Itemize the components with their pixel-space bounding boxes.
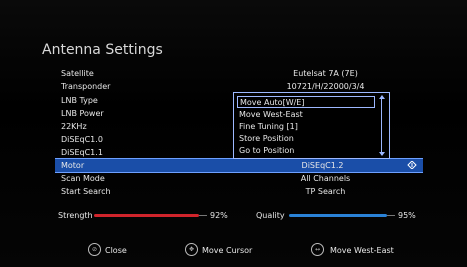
- setting-label: LNB Type: [61, 96, 98, 105]
- dropdown-scrollbar[interactable]: [379, 95, 386, 156]
- page-title: Antenna Settings: [42, 42, 163, 58]
- quality-bar-track: [387, 215, 395, 216]
- setting-label: LNB Power: [61, 109, 104, 118]
- setting-label: Satellite: [61, 69, 94, 78]
- strength-bar-track: [199, 215, 207, 216]
- setting-value: TP Search: [305, 187, 346, 196]
- motor-options-dropdown[interactable]: Move Auto[W/E] Move West-East Fine Tunin…: [233, 92, 390, 159]
- quality-bar: [289, 214, 387, 217]
- scroll-up-icon[interactable]: [379, 95, 385, 99]
- scroll-down-icon[interactable]: [379, 152, 385, 156]
- dropdown-option-store-position[interactable]: Store Position: [237, 133, 377, 145]
- strength-value: 92%: [210, 211, 228, 220]
- setting-label: 22KHz: [61, 122, 87, 131]
- antenna-settings-screen: Antenna Settings Satellite Eutelsat 7A (…: [0, 0, 467, 267]
- move-cursor-hint: Move Cursor: [202, 246, 253, 255]
- dropdown-option-fine-tuning[interactable]: Fine Tuning [1]: [237, 121, 377, 133]
- setting-row-motor[interactable]: Motor DiSEqC1.2: [55, 158, 423, 173]
- strength-bar: [94, 214, 199, 217]
- quality-value: 95%: [398, 211, 416, 220]
- setting-label: Start Search: [61, 187, 111, 196]
- dropdown-option-go-to-position[interactable]: Go to Position: [237, 145, 377, 157]
- dropdown-option-move-auto[interactable]: Move Auto[W/E]: [237, 96, 375, 108]
- quality-label: Quality: [256, 211, 285, 220]
- setting-row-scan-mode[interactable]: Scan Mode All Channels: [58, 172, 418, 185]
- left-right-arrows-icon: [407, 161, 417, 169]
- setting-value: Eutelsat 7A (7E): [293, 69, 358, 78]
- move-west-east-hint: Move West-East: [330, 246, 394, 255]
- setting-label: DiSEqC1.0: [61, 135, 103, 144]
- left-right-icon: ↔: [311, 243, 324, 256]
- strength-label: Strength: [58, 211, 93, 220]
- dropdown-option-move-west-east[interactable]: Move West-East: [237, 109, 377, 121]
- setting-row-start-search[interactable]: Start Search TP Search: [58, 185, 418, 198]
- setting-label: Transponder: [61, 82, 111, 91]
- setting-value: DiSEqC1.2: [301, 161, 344, 170]
- dpad-icon: ✥: [185, 243, 198, 256]
- close-hint: Close: [105, 246, 127, 255]
- setting-label: Scan Mode: [61, 174, 105, 183]
- setting-label: Motor: [61, 161, 85, 170]
- setting-row-satellite[interactable]: Satellite Eutelsat 7A (7E): [58, 67, 418, 80]
- setting-value: All Channels: [300, 174, 351, 183]
- exit-icon: ⊘: [88, 243, 101, 256]
